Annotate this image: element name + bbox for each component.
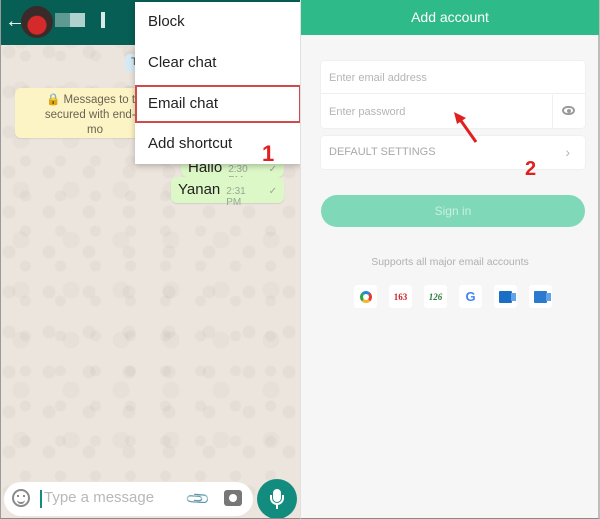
126-logo-icon: 126 — [428, 291, 443, 302]
default-settings-label: DEFAULT SETTINGS — [329, 146, 436, 158]
provider-126[interactable]: 126 — [424, 285, 447, 308]
text-cursor — [40, 490, 42, 508]
message-composer: 📎 — [4, 482, 253, 516]
menu-item-clear-chat[interactable]: Clear chat — [135, 43, 300, 83]
whatsapp-chat-screen: ← T 🔒 Messages to thisecured with end-to… — [0, 0, 300, 519]
lock-icon: 🔒 — [45, 94, 61, 106]
contact-name-blurred[interactable] — [55, 13, 85, 27]
provider-google[interactable]: G — [459, 285, 482, 308]
provider-outlook[interactable] — [494, 285, 517, 308]
annotation-step-2: 2 — [525, 158, 537, 180]
contact-name-blurred-part — [101, 12, 105, 28]
mic-button[interactable] — [257, 479, 297, 518]
paperclip-icon[interactable]: 📎 — [184, 485, 212, 513]
chevron-right-icon: › — [565, 144, 570, 160]
check-icon: ✓ — [268, 186, 277, 197]
message-text: Yanan — [178, 181, 221, 198]
provider-163[interactable]: 163 — [389, 285, 412, 308]
menu-item-block[interactable]: Block — [135, 2, 300, 42]
menu-item-add-shortcut[interactable]: Add shortcut — [135, 124, 300, 164]
sina-logo-icon — [359, 290, 372, 303]
message-input[interactable] — [44, 489, 184, 506]
provider-sina[interactable] — [354, 285, 377, 308]
encryption-notice-text: Messages to thi secured with end-to mo — [44, 94, 146, 136]
message-time: 2:31 PM — [226, 186, 246, 208]
emoji-icon[interactable] — [12, 489, 30, 507]
exchange-logo-icon — [534, 290, 551, 303]
outlook-logo-icon — [499, 290, 516, 303]
supports-text: Supports all major email accounts — [371, 256, 529, 268]
message-bubble[interactable]: Yanan 2:31 PM ✓ — [171, 177, 284, 208]
page-title: Add account — [301, 0, 599, 35]
sign-in-button[interactable]: Sign in — [321, 195, 585, 227]
email-input[interactable] — [329, 61, 574, 94]
overflow-menu: Block Clear chat Email chat Add shortcut — [135, 2, 300, 164]
annotation-step-1: 1 — [262, 141, 275, 166]
divider — [552, 95, 553, 128]
google-logo-icon: G — [465, 289, 476, 304]
163-logo-icon: 163 — [393, 291, 408, 302]
provider-list: 163 126 G — [354, 285, 552, 308]
password-input[interactable] — [329, 95, 544, 128]
annotation-arrow-icon — [454, 112, 478, 143]
menu-item-email-chat[interactable]: Email chat — [135, 85, 300, 123]
contact-avatar[interactable] — [21, 6, 53, 38]
add-account-screen: Add account DEFAULT SETTINGS › 2 Sign in… — [300, 0, 600, 519]
camera-icon[interactable] — [224, 490, 242, 506]
provider-exchange[interactable] — [529, 285, 552, 308]
email-field-row — [321, 61, 585, 94]
eye-icon[interactable] — [562, 106, 575, 115]
